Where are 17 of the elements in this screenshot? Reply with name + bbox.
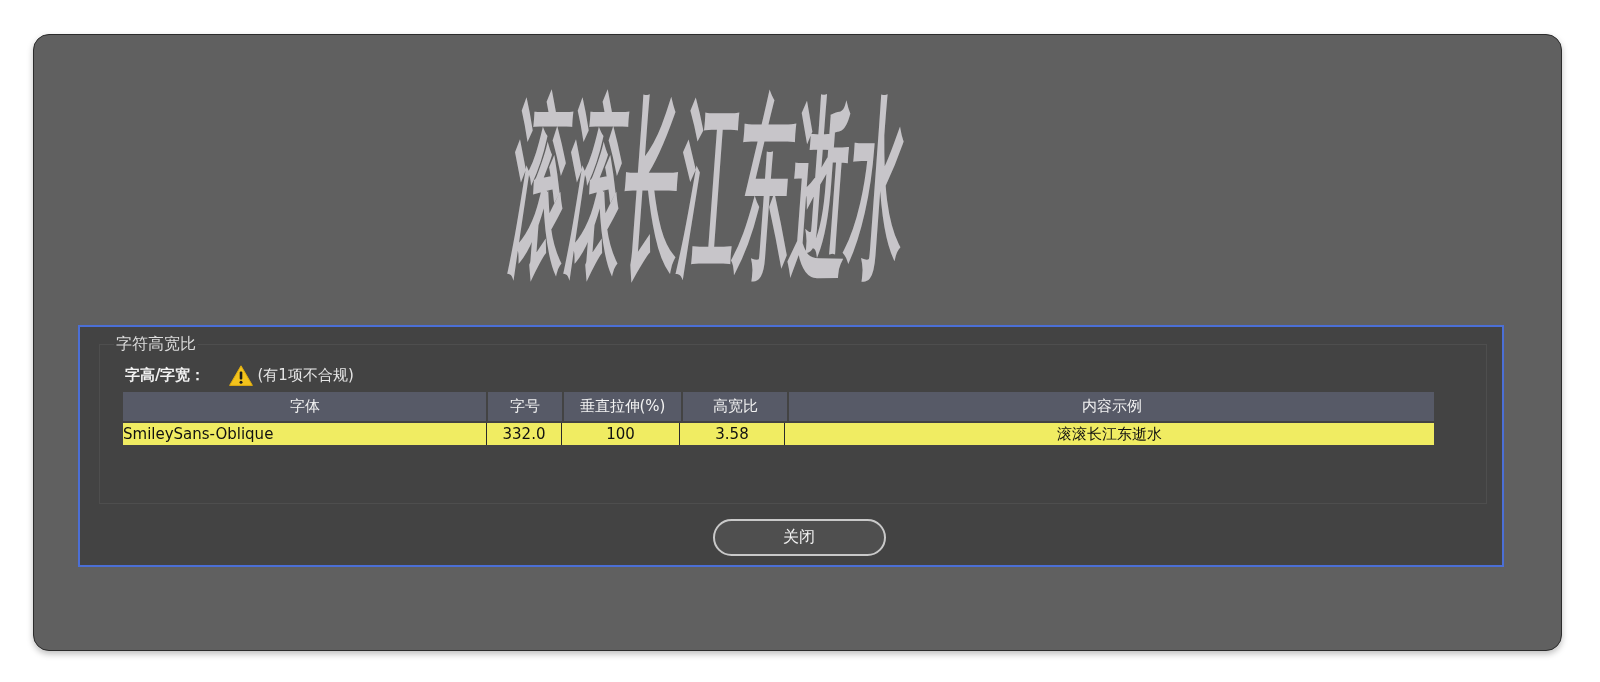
column-header: 高宽比	[683, 392, 787, 421]
column-header: 字体	[123, 392, 486, 421]
table-cell: SmileySans-Oblique	[123, 423, 486, 445]
column-header: 内容示例	[789, 392, 1434, 421]
warning-text: (有1项不合规)	[257, 365, 354, 385]
table-cell: 3.58	[680, 423, 784, 445]
column-header: 垂直拉伸(%)	[564, 392, 681, 421]
close-button[interactable]: 关闭	[712, 519, 886, 556]
table-cell: 332.0	[487, 423, 561, 445]
group-title: 字符高宽比	[115, 335, 197, 353]
table-cell: 100	[562, 423, 679, 445]
table-cell: 滚滚长江东逝水	[785, 423, 1434, 445]
warning-icon	[229, 364, 254, 386]
status-label: 字高/字宽：	[125, 365, 206, 385]
column-header: 字号	[488, 392, 562, 421]
preview-text: 滚滚长江东逝水	[502, 91, 910, 285]
table-row[interactable]: SmileySans-Oblique 332.0 100 3.58 滚滚长江东逝水	[123, 423, 1434, 445]
